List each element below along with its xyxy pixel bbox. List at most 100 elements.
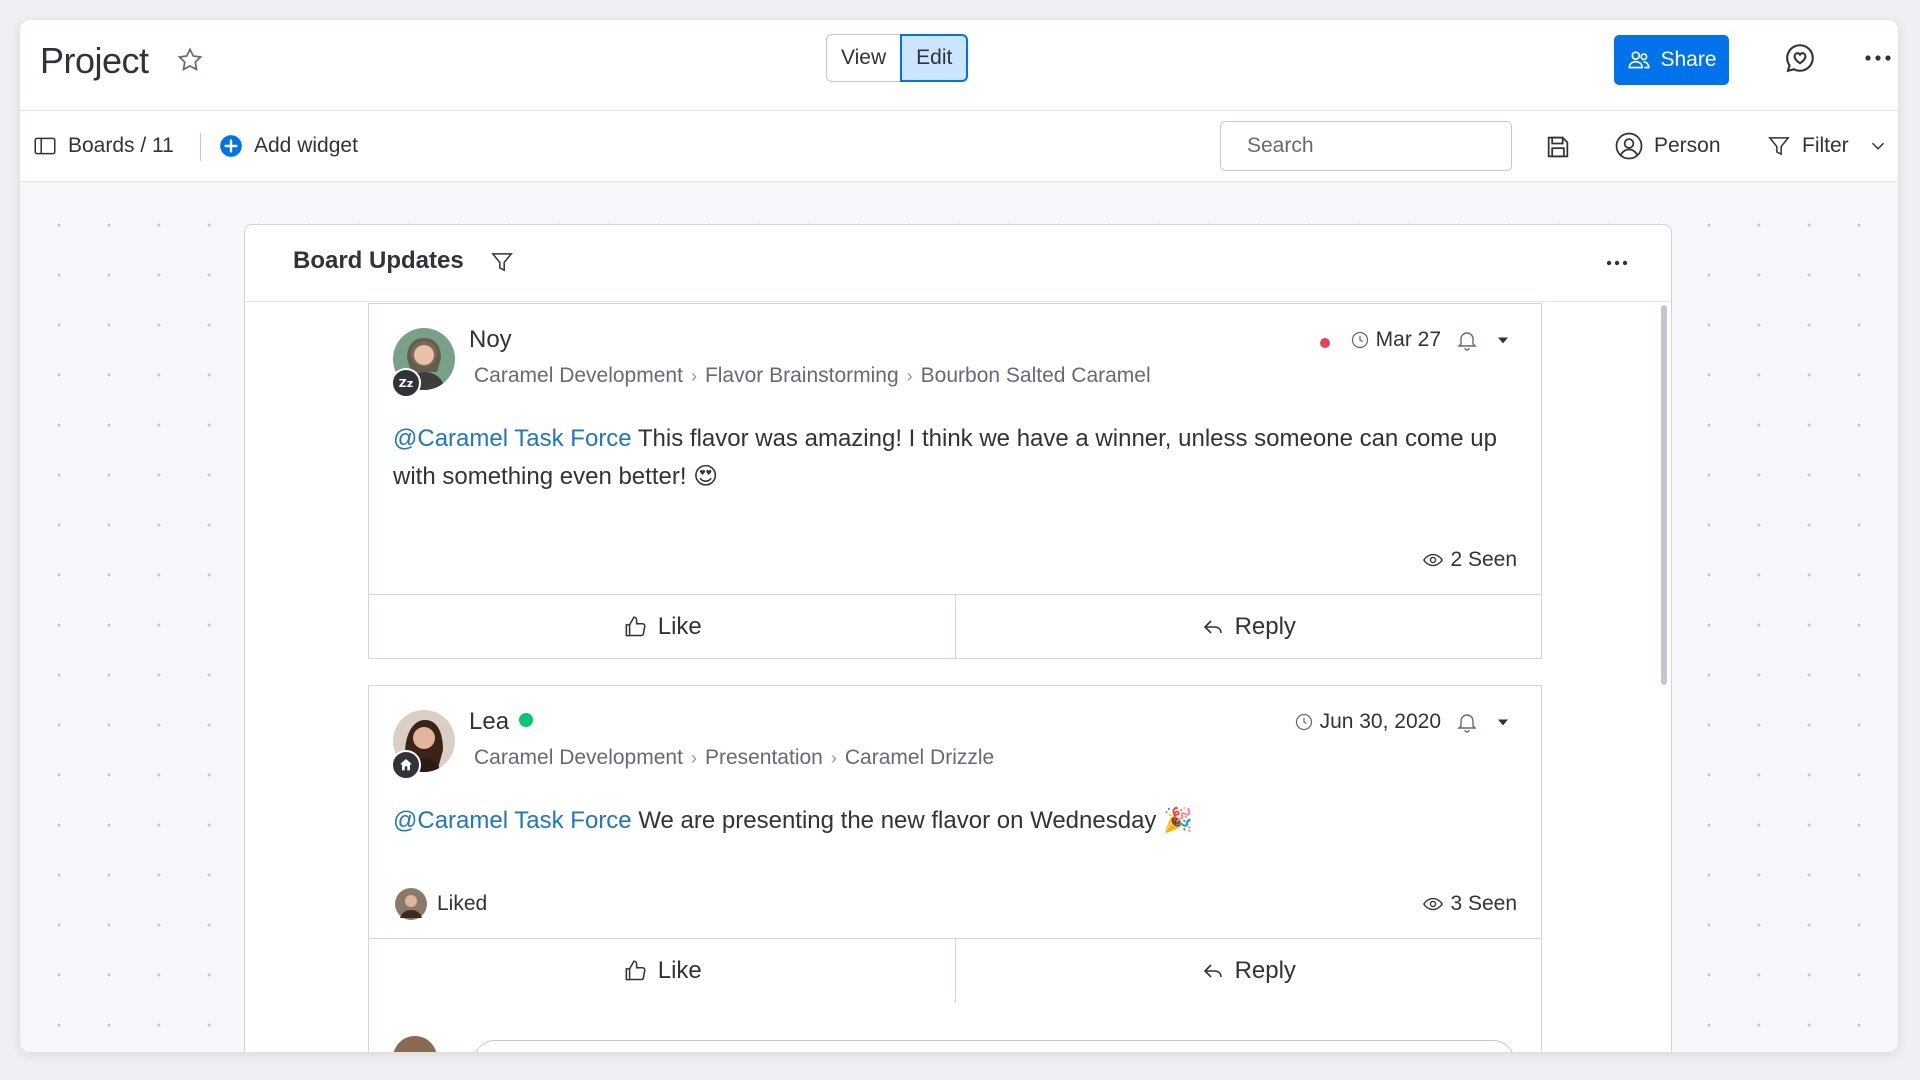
seen-text: 2 Seen <box>1450 548 1517 571</box>
update-text: We are presenting the new flavor on Wedn… <box>631 807 1193 834</box>
star-icon[interactable] <box>175 45 205 75</box>
caret-down-icon[interactable] <box>1493 330 1513 350</box>
breadcrumb-item[interactable]: Caramel Development <box>474 746 683 770</box>
reply-label: Reply <box>1234 957 1296 984</box>
share-label: Share <box>1660 48 1717 71</box>
people-icon <box>1628 51 1651 69</box>
eye-icon <box>1423 553 1444 567</box>
update-card: Zz Noy Caramel Development › Flavor Brai… <box>368 303 1542 659</box>
scrollbar[interactable] <box>1661 305 1667 685</box>
unread-dot-icon <box>1319 338 1330 348</box>
mention-link[interactable]: @Caramel Task Force <box>393 425 632 452</box>
chevron-down-icon[interactable] <box>1867 135 1889 157</box>
eye-icon <box>1423 897 1444 911</box>
filter-label: Filter <box>1802 134 1849 157</box>
sidebar-icon <box>34 137 56 155</box>
clock-icon <box>1351 331 1368 349</box>
edit-button[interactable]: Edit <box>900 34 969 82</box>
breadcrumb-item[interactable]: Presentation <box>705 746 823 770</box>
update-actions: Like Reply <box>369 594 1541 659</box>
avatar <box>395 888 427 920</box>
breadcrumb: Caramel Development › Flavor Brainstormi… <box>474 364 1151 388</box>
dashboard-canvas: Board Updates Zz Noy Caramel Development… <box>20 182 1898 1052</box>
add-widget-label: Add widget <box>254 134 358 157</box>
update-author[interactable]: Noy <box>469 326 512 354</box>
update-actions: Like Reply <box>369 938 1541 1003</box>
reply-button[interactable]: Reply <box>956 939 1542 1003</box>
author-name: Lea <box>469 708 510 735</box>
clock-icon <box>1295 713 1312 731</box>
bell-icon[interactable] <box>1455 328 1479 352</box>
breadcrumb: Caramel Development › Presentation › Car… <box>474 746 994 770</box>
like-label: Like <box>657 957 702 984</box>
chevron-right-icon: › <box>906 365 913 386</box>
plus-circle-icon <box>220 135 242 157</box>
page-title: Project <box>40 40 149 81</box>
boards-button[interactable]: Boards / 11 <box>32 111 174 181</box>
chat-heart-icon[interactable] <box>1782 40 1818 76</box>
chevron-right-icon: › <box>830 747 837 768</box>
update-author[interactable]: Lea <box>469 708 534 736</box>
person-label: Person <box>1654 134 1721 157</box>
breadcrumb-item[interactable]: Caramel Development <box>474 364 683 388</box>
date-text: Mar 27 <box>1375 328 1441 351</box>
online-status-dot <box>519 713 534 727</box>
widget-title: Board Updates <box>293 247 464 274</box>
reply-button[interactable]: Reply <box>956 595 1542 659</box>
board-updates-widget: Board Updates Zz Noy Caramel Development… <box>244 224 1672 1052</box>
search-input[interactable] <box>1245 133 1520 159</box>
breadcrumb-item[interactable]: Flavor Brainstorming <box>705 364 899 388</box>
chevron-right-icon: › <box>690 747 697 768</box>
reply-label: Reply <box>1234 613 1296 640</box>
filter-button[interactable]: Filter <box>1766 111 1889 181</box>
save-icon[interactable] <box>1544 133 1572 161</box>
more-icon[interactable] <box>1601 247 1633 279</box>
update-date: Mar 27 <box>1350 328 1441 352</box>
widget-header: Board Updates <box>245 225 1671 302</box>
chevron-right-icon: › <box>690 365 697 386</box>
seen-counter[interactable]: 3 Seen <box>1422 892 1517 916</box>
view-edit-toggle: View Edit <box>826 34 969 82</box>
date-text: Jun 30, 2020 <box>1319 710 1441 733</box>
liked-by[interactable]: Liked <box>395 888 487 920</box>
mention-link[interactable]: @Caramel Task Force <box>393 807 632 834</box>
seen-counter[interactable]: 2 Seen <box>1422 548 1517 572</box>
home-status-icon <box>391 750 421 780</box>
breadcrumb-item[interactable]: Caramel Drizzle <box>845 746 994 770</box>
add-widget-button[interactable]: Add widget <box>218 111 358 181</box>
page-header: Project View Edit Share <box>20 20 1898 111</box>
search-box <box>1220 121 1520 171</box>
update-meta: Jun 30, 2020 <box>1294 710 1513 734</box>
like-button[interactable]: Like <box>369 939 956 1003</box>
more-icon[interactable] <box>1860 40 1896 76</box>
filter-icon[interactable] <box>489 249 515 275</box>
breadcrumb-item[interactable]: Bourbon Salted Caramel <box>921 364 1151 388</box>
person-filter-button[interactable]: Person <box>1614 111 1721 181</box>
sleeping-status-icon: Zz <box>391 368 421 398</box>
avatar <box>393 1036 437 1052</box>
liked-label: Liked <box>437 892 488 915</box>
like-button[interactable]: Like <box>369 595 956 659</box>
update-date: Jun 30, 2020 <box>1294 710 1441 734</box>
update-body: @Caramel Task Force This flavor was amaz… <box>393 420 1523 496</box>
share-button[interactable]: Share <box>1614 35 1729 85</box>
update-body: @Caramel Task Force We are presenting th… <box>393 802 1523 840</box>
boards-label: Boards / 11 <box>68 134 174 157</box>
filter-icon <box>1768 137 1790 156</box>
app-window: Project View Edit Share Boards / 11 Add … <box>20 20 1898 1052</box>
thumbs-up-icon <box>625 960 646 981</box>
caret-down-icon[interactable] <box>1493 712 1513 732</box>
reply-icon <box>1203 620 1222 634</box>
person-icon <box>1615 132 1643 160</box>
update-card: Lea Caramel Development › Presentation ›… <box>368 685 1542 1052</box>
like-label: Like <box>657 613 702 640</box>
seen-text: 3 Seen <box>1450 892 1517 915</box>
toolbar-divider <box>200 133 201 161</box>
update-meta: Mar 27 <box>1319 328 1513 352</box>
board-toolbar: Boards / 11 Add widget Person <box>20 111 1898 182</box>
reply-input[interactable] <box>473 1040 1515 1052</box>
thumbs-up-icon <box>625 616 646 637</box>
view-button[interactable]: View <box>826 34 901 82</box>
reply-icon <box>1203 964 1222 978</box>
bell-icon[interactable] <box>1455 710 1479 734</box>
